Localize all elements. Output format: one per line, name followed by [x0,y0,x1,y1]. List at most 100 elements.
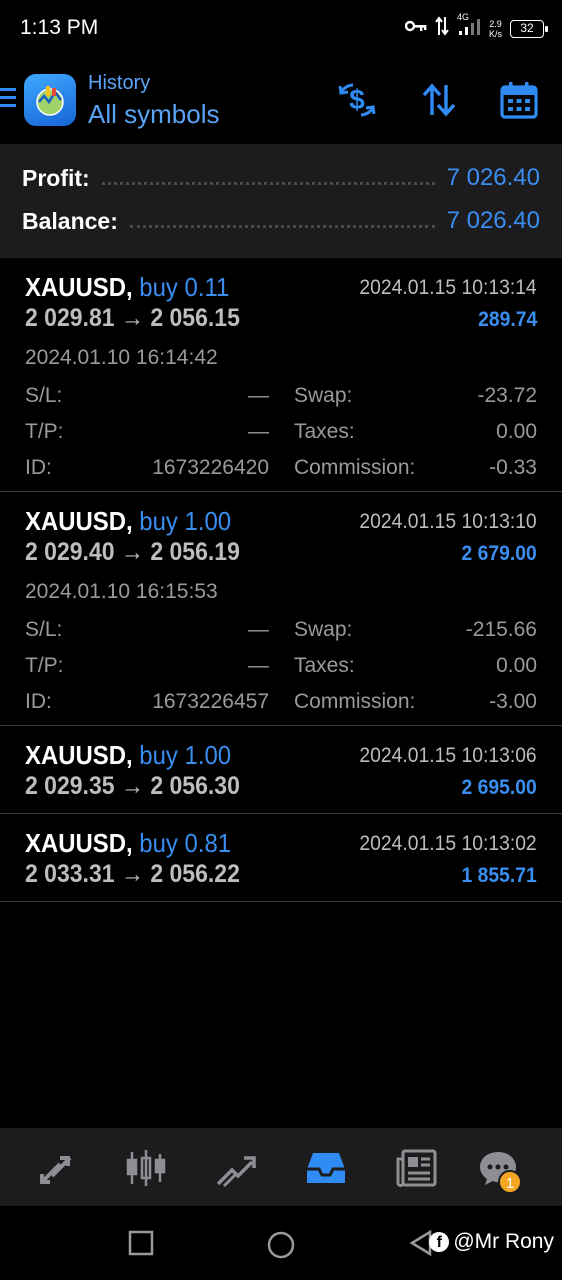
deal-profit: 2 679.00 [461,542,537,565]
system-nav-bar: f @Mr Rony [0,1206,562,1280]
svg-text:$: $ [349,84,365,115]
arrow-icon: → [120,772,144,800]
deal-profit: 289.74 [477,308,537,331]
deal-prices: 2 029.40 → 2 056.19 [25,538,240,567]
news-icon[interactable] [394,1146,438,1190]
deal-symbol: XAUUSD, buy 0.81 [25,828,231,859]
menu-icon[interactable] [0,88,16,110]
trade-icon[interactable] [214,1146,258,1190]
app-header: History All symbols $ [0,58,562,144]
commission-value: -3.00 [489,690,537,713]
sort-icon[interactable] [418,80,460,120]
battery-icon: 32 [510,19,548,38]
metatrader-logo-icon [36,86,64,116]
price-close: 2 056.22 [150,860,240,888]
profit-label: Profit: [22,164,90,191]
watermark-text: @Mr Rony [453,1230,554,1253]
swap-value: -23.72 [477,384,537,407]
chart-icon[interactable] [124,1146,168,1190]
dotted-leader [129,214,435,228]
deal-side: buy 0.81 [139,828,232,858]
swap-label: Swap: [294,384,353,407]
bottom-nav: 1 [0,1128,562,1206]
deal-row[interactable]: XAUUSD, buy 1.00 2024.01.15 10:13:06 2 0… [0,726,562,814]
profit-value: 7 026.40 [446,164,540,191]
deal-symbol: XAUUSD, buy 1.00 [25,740,231,771]
commission-label: Commission: [294,690,416,713]
home-icon[interactable] [266,1230,296,1265]
data-transfer-icon [435,16,449,41]
deal-profit: 2 695.00 [461,776,537,799]
commission-label: Commission: [294,456,416,479]
balance-value: 7 026.40 [446,207,540,234]
price-open: 2 029.81 [25,304,115,332]
balance-label: Balance: [22,207,118,234]
calendar-icon[interactable] [498,80,540,120]
deal-row[interactable]: XAUUSD, buy 0.81 2024.01.15 10:13:02 2 0… [0,814,562,902]
arrow-icon: → [120,538,144,566]
tp-value: — [248,420,269,443]
swap-label: Swap: [294,618,353,641]
summary-panel: Profit: 7 026.40 Balance: 7 026.40 [0,144,562,258]
deal-close-time: 2024.01.15 10:13:02 [359,832,537,855]
header-title[interactable]: All symbols [88,99,219,130]
price-open: 2 029.40 [25,538,115,566]
balance-row: Balance: 7 026.40 [22,203,540,239]
symbol-name: XAUUSD, [25,506,133,536]
price-close: 2 056.15 [150,304,240,332]
deal-row[interactable]: XAUUSD, buy 0.11 2024.01.15 10:13:14 2 0… [0,258,562,492]
id-value: 1673226420 [152,456,269,479]
deal-side: buy 1.00 [139,506,232,536]
signal-icon: 4G [457,12,481,41]
price-close: 2 056.30 [150,772,240,800]
id-value: 1673226457 [152,690,269,713]
arrow-icon: → [120,860,144,888]
header-subtitle: History [88,72,151,94]
id-label: ID: [25,690,52,713]
deal-prices: 2 033.31 → 2 056.22 [25,860,240,889]
symbol-name: XAUUSD, [25,740,133,770]
key-icon [404,19,427,38]
sl-value: — [248,618,269,641]
status-time: 1:13 PM [20,16,99,39]
speed-value: 2.9 [489,18,502,29]
network-type: 4G [456,12,469,22]
status-icons: 4G 2.9 K/s 32 [404,12,548,41]
arrow-icon: → [120,304,144,332]
price-open: 2 029.35 [25,772,115,800]
recents-icon[interactable] [128,1230,154,1261]
messages-icon[interactable]: 1 [476,1146,522,1194]
price-open: 2 033.31 [25,860,115,888]
sl-label: S/L: [25,618,63,641]
watermark: f @Mr Rony [429,1230,554,1254]
symbol-name: XAUUSD, [25,272,133,302]
sl-value: — [248,384,269,407]
deal-profit: 1 855.71 [461,864,537,887]
taxes-label: Taxes: [294,420,355,443]
swap-value: -215.66 [465,618,537,641]
dotted-leader [101,171,435,185]
deal-prices: 2 029.35 → 2 056.30 [25,772,240,801]
header-titles: History All symbols [88,72,219,130]
sl-label: S/L: [25,384,63,407]
deal-side: buy 1.00 [139,740,232,770]
network-speed: 2.9 K/s [489,19,502,39]
deal-open-time: 2024.01.10 16:14:42 [25,346,218,369]
tp-label: T/P: [25,654,64,677]
commission-value: -0.33 [489,456,537,479]
quotes-icon[interactable] [34,1146,78,1190]
id-label: ID: [25,456,52,479]
deal-prices: 2 029.81 → 2 056.15 [25,304,240,333]
price-close: 2 056.19 [150,538,240,566]
speed-unit: K/s [488,28,502,39]
deal-row[interactable]: XAUUSD, buy 1.00 2024.01.15 10:13:10 2 0… [0,492,562,726]
currency-exchange-icon[interactable]: $ [336,80,378,120]
deal-close-time: 2024.01.15 10:13:14 [359,276,537,299]
deal-symbol: XAUUSD, buy 1.00 [25,506,231,537]
taxes-label: Taxes: [294,654,355,677]
deal-symbol: XAUUSD, buy 0.11 [25,272,229,303]
history-icon[interactable] [304,1146,348,1190]
symbol-name: XAUUSD, [25,828,133,858]
deal-close-time: 2024.01.15 10:13:06 [359,744,537,767]
app-logo [24,74,76,126]
